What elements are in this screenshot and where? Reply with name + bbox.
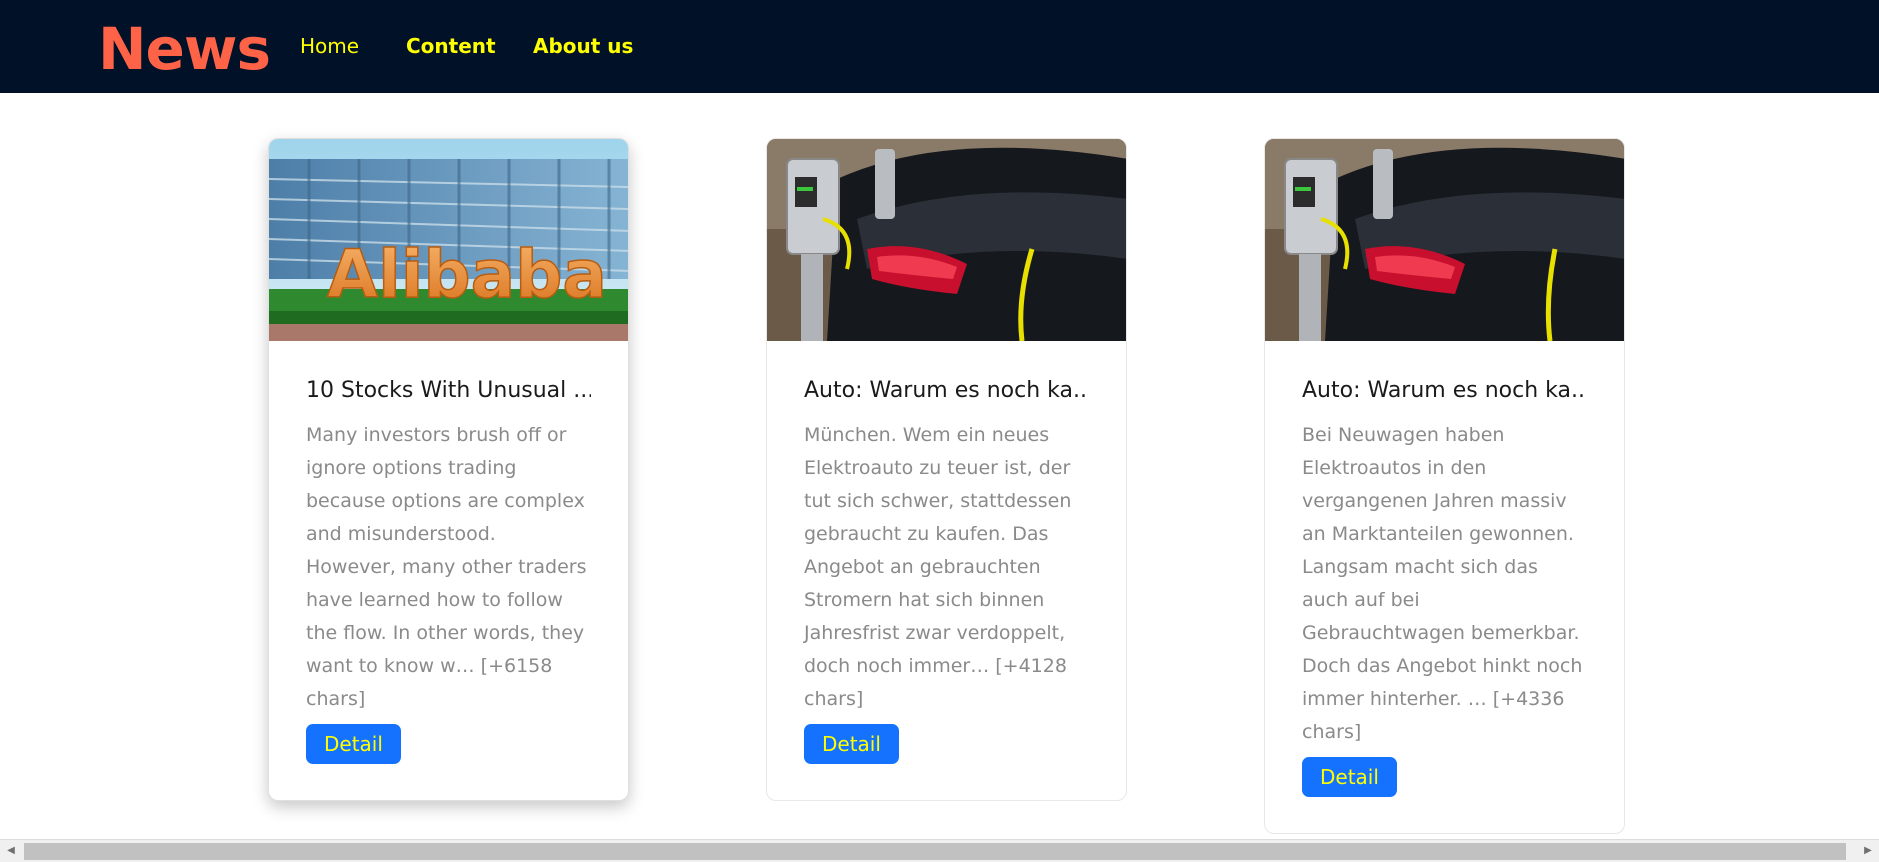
horizontal-scrollbar[interactable]: ◀ ▶ bbox=[0, 839, 1879, 862]
news-card: Auto: Warum es noch ka... München. Wem e… bbox=[766, 138, 1127, 801]
nav-about-us[interactable]: About us bbox=[533, 31, 633, 61]
card-image-ev-charging bbox=[1265, 139, 1624, 341]
card-title: Auto: Warum es noch ka... bbox=[1302, 378, 1587, 403]
scrollbar-thumb[interactable] bbox=[24, 843, 1846, 860]
card-body: 10 Stocks With Unusual ... Many investor… bbox=[269, 341, 628, 800]
nav-home[interactable]: Home bbox=[300, 31, 359, 61]
card-title: Auto: Warum es noch ka... bbox=[804, 378, 1089, 403]
nav-content[interactable]: Content bbox=[406, 31, 496, 61]
news-card: Alibaba 10 Stocks With Unusual ... Many … bbox=[268, 138, 629, 801]
card-description: München. Wem ein neues Elektroauto zu te… bbox=[804, 424, 1072, 710]
detail-button[interactable]: Detail bbox=[306, 724, 401, 764]
svg-text:Alibaba: Alibaba bbox=[327, 236, 607, 313]
card-description: Many investors brush off or ignore optio… bbox=[306, 424, 587, 710]
card-description: Bei Neuwagen haben Elektroautos in den v… bbox=[1302, 424, 1583, 743]
card-body: Auto: Warum es noch ka... Bei Neuwagen h… bbox=[1265, 341, 1624, 833]
top-navbar: News Home Content About us bbox=[0, 0, 1879, 93]
brand-logo[interactable]: News bbox=[98, 10, 271, 88]
card-title: 10 Stocks With Unusual ... bbox=[306, 378, 591, 403]
detail-button[interactable]: Detail bbox=[1302, 757, 1397, 797]
detail-button[interactable]: Detail bbox=[804, 724, 899, 764]
card-image-alibaba: Alibaba bbox=[269, 139, 628, 341]
news-card: Auto: Warum es noch ka... Bei Neuwagen h… bbox=[1264, 138, 1625, 834]
card-image-ev-charging bbox=[767, 139, 1126, 341]
card-body: Auto: Warum es noch ka... München. Wem e… bbox=[767, 341, 1126, 800]
scroll-left-arrow-icon[interactable]: ◀ bbox=[4, 844, 18, 858]
scroll-right-arrow-icon[interactable]: ▶ bbox=[1861, 844, 1875, 858]
